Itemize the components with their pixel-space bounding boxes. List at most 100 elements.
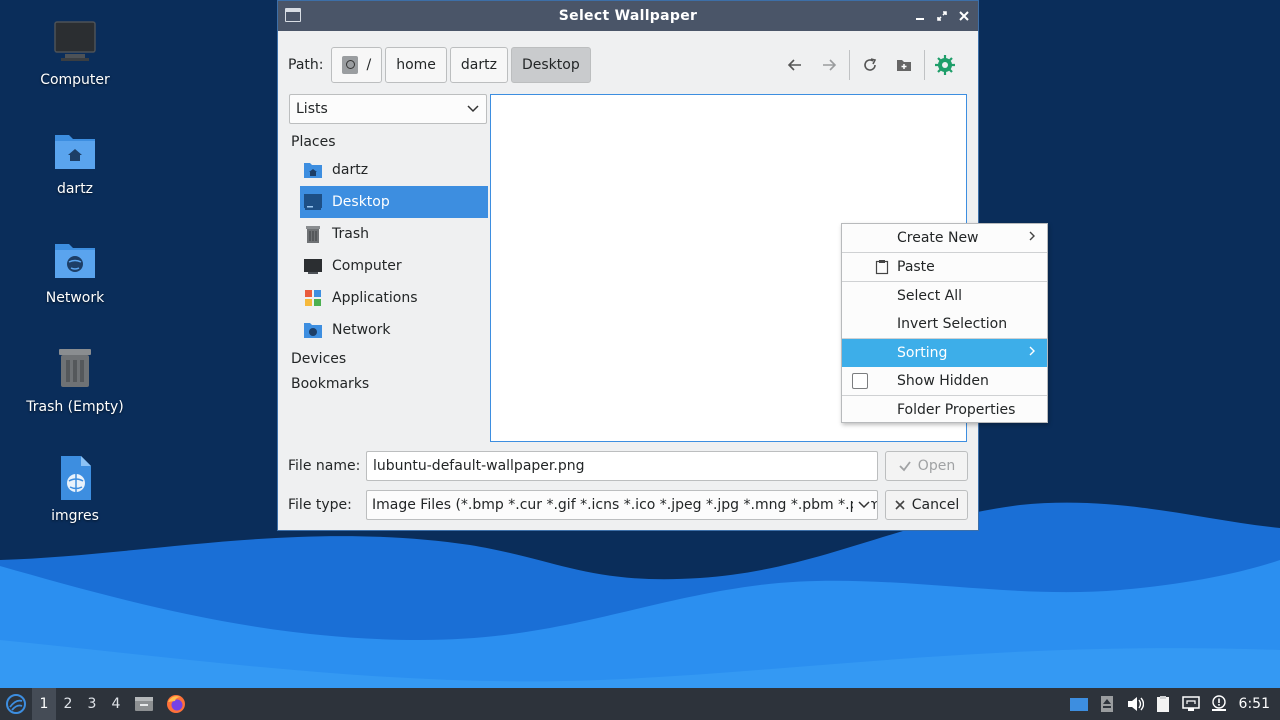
desktop-icon xyxy=(1069,698,1088,711)
devices-header[interactable]: Devices xyxy=(289,346,489,371)
computer-icon xyxy=(303,256,323,276)
breadcrumb-desktop[interactable]: Desktop xyxy=(510,47,591,83)
show-desktop-button[interactable] xyxy=(128,688,160,720)
notification-icon xyxy=(1211,695,1226,711)
minimize-button[interactable] xyxy=(914,7,926,25)
file-type-row: File type: Image Files (*.bmp *.cur *.gi… xyxy=(288,490,878,520)
maximize-button[interactable] xyxy=(936,7,948,25)
place-item-label: Trash xyxy=(332,226,369,242)
network-status-button[interactable] xyxy=(1177,688,1205,720)
storage-button[interactable] xyxy=(1093,688,1121,720)
menu-item-paste[interactable]: Paste xyxy=(842,253,1047,281)
forward-button[interactable] xyxy=(812,49,846,81)
desktop-icon-label: Computer xyxy=(40,72,110,88)
desktop-icon-computer[interactable]: Computer xyxy=(20,18,130,88)
settings-icon xyxy=(935,55,955,75)
toolbar-separator xyxy=(849,50,850,80)
open-button[interactable]: Open xyxy=(885,451,968,481)
place-item-desktop[interactable]: Desktop xyxy=(300,186,488,218)
menu-item-folder-properties[interactable]: Folder Properties xyxy=(842,396,1047,424)
breadcrumb-label: / xyxy=(366,57,372,73)
place-item-label: dartz xyxy=(332,162,369,178)
desktop-icon-imgres[interactable]: imgres xyxy=(20,454,130,524)
menu-item-label: Sorting xyxy=(897,345,948,361)
desktop-switcher-button[interactable] xyxy=(1065,688,1093,720)
workspace-1[interactable]: 1 xyxy=(32,688,56,720)
breadcrumb-dartz[interactable]: dartz xyxy=(449,47,508,83)
volume-button[interactable] xyxy=(1121,688,1149,720)
breadcrumb-home[interactable]: home xyxy=(385,47,447,83)
firefox-launcher[interactable] xyxy=(160,688,192,720)
checkmark-icon xyxy=(899,461,911,472)
place-item-applications[interactable]: Applications xyxy=(289,282,489,314)
close-button[interactable] xyxy=(958,7,970,25)
chevron-down-icon xyxy=(466,101,480,119)
menu-item-show-hidden[interactable]: Show Hidden xyxy=(842,367,1047,395)
dialog-titlebar[interactable]: Select Wallpaper xyxy=(278,1,978,31)
workspace-3[interactable]: 3 xyxy=(80,688,104,720)
reload-button[interactable] xyxy=(853,49,887,81)
menu-item-label: Invert Selection xyxy=(897,316,1008,332)
file-type-select[interactable]: Image Files (*.bmp *.cur *.gif *.icns *.… xyxy=(366,490,878,520)
path-label: Path: xyxy=(288,57,324,73)
update-notifier-button[interactable] xyxy=(1205,688,1233,720)
clipboard-icon xyxy=(875,259,889,275)
place-item-computer[interactable]: Computer xyxy=(289,250,489,282)
menu-item-label: Create New xyxy=(897,230,979,246)
file-name-value: lubuntu-default-wallpaper.png xyxy=(373,458,585,474)
refresh-icon xyxy=(864,58,877,71)
new-folder-button[interactable] xyxy=(887,49,921,81)
dialog-title: Select Wallpaper xyxy=(558,8,698,24)
desktop-icon-network[interactable]: Network xyxy=(20,236,130,306)
breadcrumb-label: dartz xyxy=(460,57,497,73)
open-button-label: Open xyxy=(917,458,956,474)
close-icon xyxy=(895,500,905,510)
desktop-icon-label: Trash (Empty) xyxy=(26,399,124,415)
places-panel: Places dartz Desktop Trash Computer Appl… xyxy=(289,129,489,396)
clipboard-icon xyxy=(1156,696,1169,712)
menu-item-sorting[interactable]: Sorting xyxy=(842,339,1047,367)
places-header[interactable]: Places xyxy=(289,129,489,154)
restore-icon xyxy=(937,11,947,21)
navigation-toolbar xyxy=(778,49,962,81)
desktop-icon-dartz[interactable]: dartz xyxy=(20,127,130,197)
breadcrumb-root[interactable]: / xyxy=(331,47,383,83)
menu-item-create-new[interactable]: Create New xyxy=(842,224,1047,252)
clock[interactable]: 6:51 xyxy=(1233,696,1280,712)
place-item-network[interactable]: Network xyxy=(289,314,489,346)
desktop-icon-trash[interactable]: Trash (Empty) xyxy=(20,345,130,415)
place-item-label: Applications xyxy=(332,290,418,306)
place-item-dartz[interactable]: dartz xyxy=(289,154,489,186)
toolbar-separator xyxy=(924,50,925,80)
menu-item-label: Folder Properties xyxy=(897,402,1016,418)
network-folder-icon xyxy=(51,236,99,284)
show-hidden-checkbox[interactable] xyxy=(852,373,868,389)
window-icon xyxy=(285,8,301,22)
firefox-icon xyxy=(167,695,185,713)
workspace-4[interactable]: 4 xyxy=(104,688,128,720)
path-bar: Path: / home dartz Desktop xyxy=(288,47,594,83)
file-type-value: Image Files (*.bmp *.cur *.gif *.icns *.… xyxy=(372,497,878,513)
cancel-button[interactable]: Cancel xyxy=(885,490,968,520)
bookmarks-header[interactable]: Bookmarks xyxy=(289,371,489,396)
view-options-button[interactable] xyxy=(928,49,962,81)
back-button[interactable] xyxy=(778,49,812,81)
menu-item-label: Select All xyxy=(897,288,962,304)
start-menu-button[interactable] xyxy=(0,688,32,720)
trash-icon xyxy=(303,224,323,244)
file-name-input[interactable]: lubuntu-default-wallpaper.png xyxy=(366,451,878,481)
file-manager-icon xyxy=(135,697,153,711)
file-type-label: File type: xyxy=(288,497,352,513)
network-wired-icon xyxy=(1181,696,1200,711)
trash-icon xyxy=(51,345,99,393)
clipboard-button[interactable] xyxy=(1149,688,1177,720)
breadcrumb-label: home xyxy=(396,57,436,73)
menu-item-select-all[interactable]: Select All xyxy=(842,282,1047,310)
menu-item-invert-selection[interactable]: Invert Selection xyxy=(842,310,1047,338)
breadcrumb-label: Desktop xyxy=(521,57,580,73)
workspace-2[interactable]: 2 xyxy=(56,688,80,720)
arrow-left-icon xyxy=(787,59,801,71)
place-item-trash[interactable]: Trash xyxy=(289,218,489,250)
close-icon xyxy=(959,11,969,21)
view-mode-select[interactable]: Lists xyxy=(289,94,487,124)
